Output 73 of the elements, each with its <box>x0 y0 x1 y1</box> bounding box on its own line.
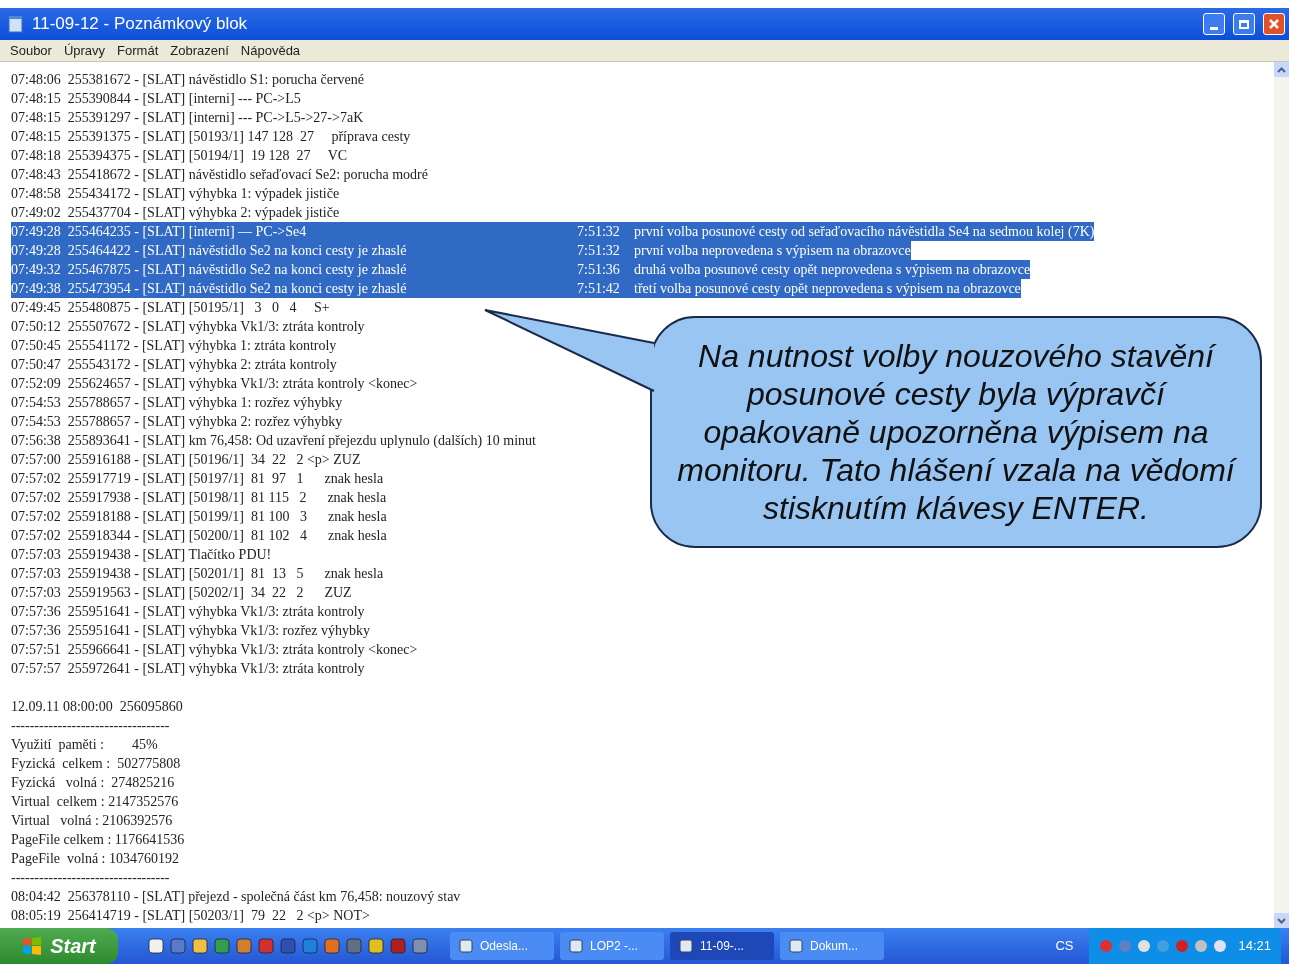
log-line: 12.09.11 08:00:00 256095860 <box>11 698 183 716</box>
program-icon[interactable] <box>368 938 384 954</box>
close-button[interactable] <box>1263 13 1285 35</box>
menu-item[interactable]: Úpravy <box>63 40 106 61</box>
minimize-button[interactable] <box>1203 13 1225 35</box>
program-icon[interactable] <box>148 938 164 954</box>
window-icon <box>458 938 474 954</box>
tray-icon[interactable] <box>1194 939 1209 953</box>
log-line: Využití paměti : 45% <box>11 736 158 754</box>
program-icon[interactable] <box>412 938 428 954</box>
log-line: 07:48:15 255390844 - [SLAT] [interni] --- PC->L5 <box>11 90 301 108</box>
window-title: 11-09-12 - Poznámkový blok <box>32 13 249 36</box>
maximize-button[interactable] <box>1233 13 1255 35</box>
program-icon[interactable] <box>214 938 230 954</box>
log-line: 07:57:57 255972641 - [SLAT] výhybka Vk1/3: ztráta kontroly <box>11 660 365 678</box>
log-line: 07:57:51 255966641 - [SLAT] výhybka Vk1/3: ztráta kontroly <konec> <box>11 641 418 659</box>
log-line: 07:54:53 255788657 - [SLAT] výhybka 1: rozřez výhybky <box>11 394 343 412</box>
log-line: 07:57:02 255918344 - [SLAT] [50200/1] 81 102 4 znak hesla <box>11 527 387 545</box>
program-icon[interactable] <box>236 938 252 954</box>
log-line: 07:57:02 255917938 - [SLAT] [50198/1] 81 115 2 znak hesla <box>11 489 387 507</box>
log-line: Fyzická celkem : 502775808 <box>11 755 181 773</box>
log-line: 07:48:15 255391375 - [SLAT] [50193/1] 147 128 27 příprava cesty <box>11 128 411 146</box>
menu-item[interactable]: Nápověda <box>240 40 301 61</box>
menu-item[interactable]: Zobrazení <box>170 40 229 61</box>
program-icon[interactable] <box>192 938 208 954</box>
log-line: 07:48:43 255418672 - [SLAT] návěstidlo seřaďovací Se2: porucha modré <box>11 166 428 184</box>
log-line: 07:54:53 255788657 - [SLAT] výhybka 2: rozřez výhybky <box>11 413 343 431</box>
tray-icon[interactable] <box>1175 939 1190 953</box>
windows-flag-icon <box>22 936 43 956</box>
window-icon <box>568 938 584 954</box>
scrollbar[interactable] <box>1274 62 1289 928</box>
menu-item[interactable]: Soubor <box>10 40 52 61</box>
start-button[interactable]: Start <box>0 928 118 964</box>
taskbar-button[interactable]: 11-09-... <box>670 932 774 960</box>
tray-icon[interactable] <box>1137 939 1152 953</box>
window-icon <box>678 938 694 954</box>
log-line: ---------------------------------- <box>11 869 170 887</box>
log-line: 07:50:12 255507672 - [SLAT] výhybka Vk1/3: ztráta kontroly <box>11 318 365 336</box>
log-line: 07:57:02 255918188 - [SLAT] [50199/1] 81 100 3 znak hesla <box>11 508 387 526</box>
language-indicator[interactable]: CS <box>1055 936 1074 956</box>
tray-icon[interactable] <box>1213 939 1228 953</box>
log-line: 08:04:42 256378110 - [SLAT] přejezd - společná část km 76,458: nouzový stav <box>11 888 461 906</box>
log-line: ---------------------------------- <box>11 717 170 735</box>
log-line: 07:57:03 255919438 - [SLAT] Tlačítko PDU! <box>11 546 272 564</box>
log-line: 07:48:06 255381672 - [SLAT] návěstidlo S1: porucha červené <box>11 71 365 89</box>
log-line: 07:49:02 255437704 - [SLAT] výhybka 2: výpadek jističe <box>11 204 340 222</box>
log-line: 07:50:45 255541172 - [SLAT] výhybka 1: ztráta kontroly <box>11 337 337 355</box>
log-line: 08:05:19 256414719 - [SLAT] [50203/1] 79 22 2 <p> NOT> <box>11 907 370 925</box>
log-line: 07:57:02 255917719 - [SLAT] [50197/1] 81 97 1 znak hesla <box>11 470 384 488</box>
log-line: 07:49:45 255480875 - [SLAT] [50195/1] 3 0 4 S+ <box>11 299 330 317</box>
log-line: 07:48:18 255394375 - [SLAT] [50194/1] 19 128 27 VC <box>11 147 348 165</box>
log-line: Virtual celkem : 2147352576 <box>11 793 179 811</box>
clock: 14:21 <box>1238 937 1271 956</box>
log-line: 07:48:15 255391297 - [SLAT] [interni] --- PC->L5->27->7aK <box>11 109 364 127</box>
log-line: PageFile volná : 1034760192 <box>11 850 179 868</box>
log-line: 07:57:36 255951641 - [SLAT] výhybka Vk1/3: rozřez výhybky <box>11 622 371 640</box>
notepad-icon <box>8 15 24 33</box>
log-line: 07:56:38 255893641 - [SLAT] km 76,458: Od uzavření přejezdu uplynulo (dalších) 10 minut <box>11 432 536 450</box>
window-icon <box>788 938 804 954</box>
menu-item[interactable]: Formát <box>117 40 159 61</box>
log-line: Fyzická volná : 274825216 <box>11 774 175 792</box>
log-line: PageFile celkem : 1176641536 <box>11 831 185 849</box>
log-line: 07:48:58 255434172 - [SLAT] výhybka 1: výpadek jističe <box>11 185 340 203</box>
log-line: 07:57:36 255951641 - [SLAT] výhybka Vk1/3: ztráta kontroly <box>11 603 365 621</box>
close-icon <box>1268 18 1280 30</box>
callout-text: Na nutnost volby nouzového stavění posunové cesty byla výpravčí opakovaně upozorněna výpisem na monitoru. Tato hlášení vzala na vědomí stisknutím klávesy ENTER. <box>676 337 1238 527</box>
log-line: 07:52:09 255624657 - [SLAT] výhybka Vk1/3: ztráta kontroly <konec> <box>11 375 418 393</box>
log-line: 07:57:00 255916188 - [SLAT] [50196/1] 34 22 2 <p> ZUZ <box>11 451 361 469</box>
program-icon[interactable] <box>324 938 340 954</box>
log-line: 07:57:03 255919563 - [SLAT] [50202/1] 34 22 2 ZUZ <box>11 584 352 602</box>
log-line: Virtual volná : 2106392576 <box>11 812 173 830</box>
log-line: 07:57:03 255919438 - [SLAT] [50201/1] 81 13 5 znak hesla <box>11 565 384 583</box>
log-line: 07:50:47 255543172 - [SLAT] výhybka 2: ztráta kontroly <box>11 356 337 374</box>
